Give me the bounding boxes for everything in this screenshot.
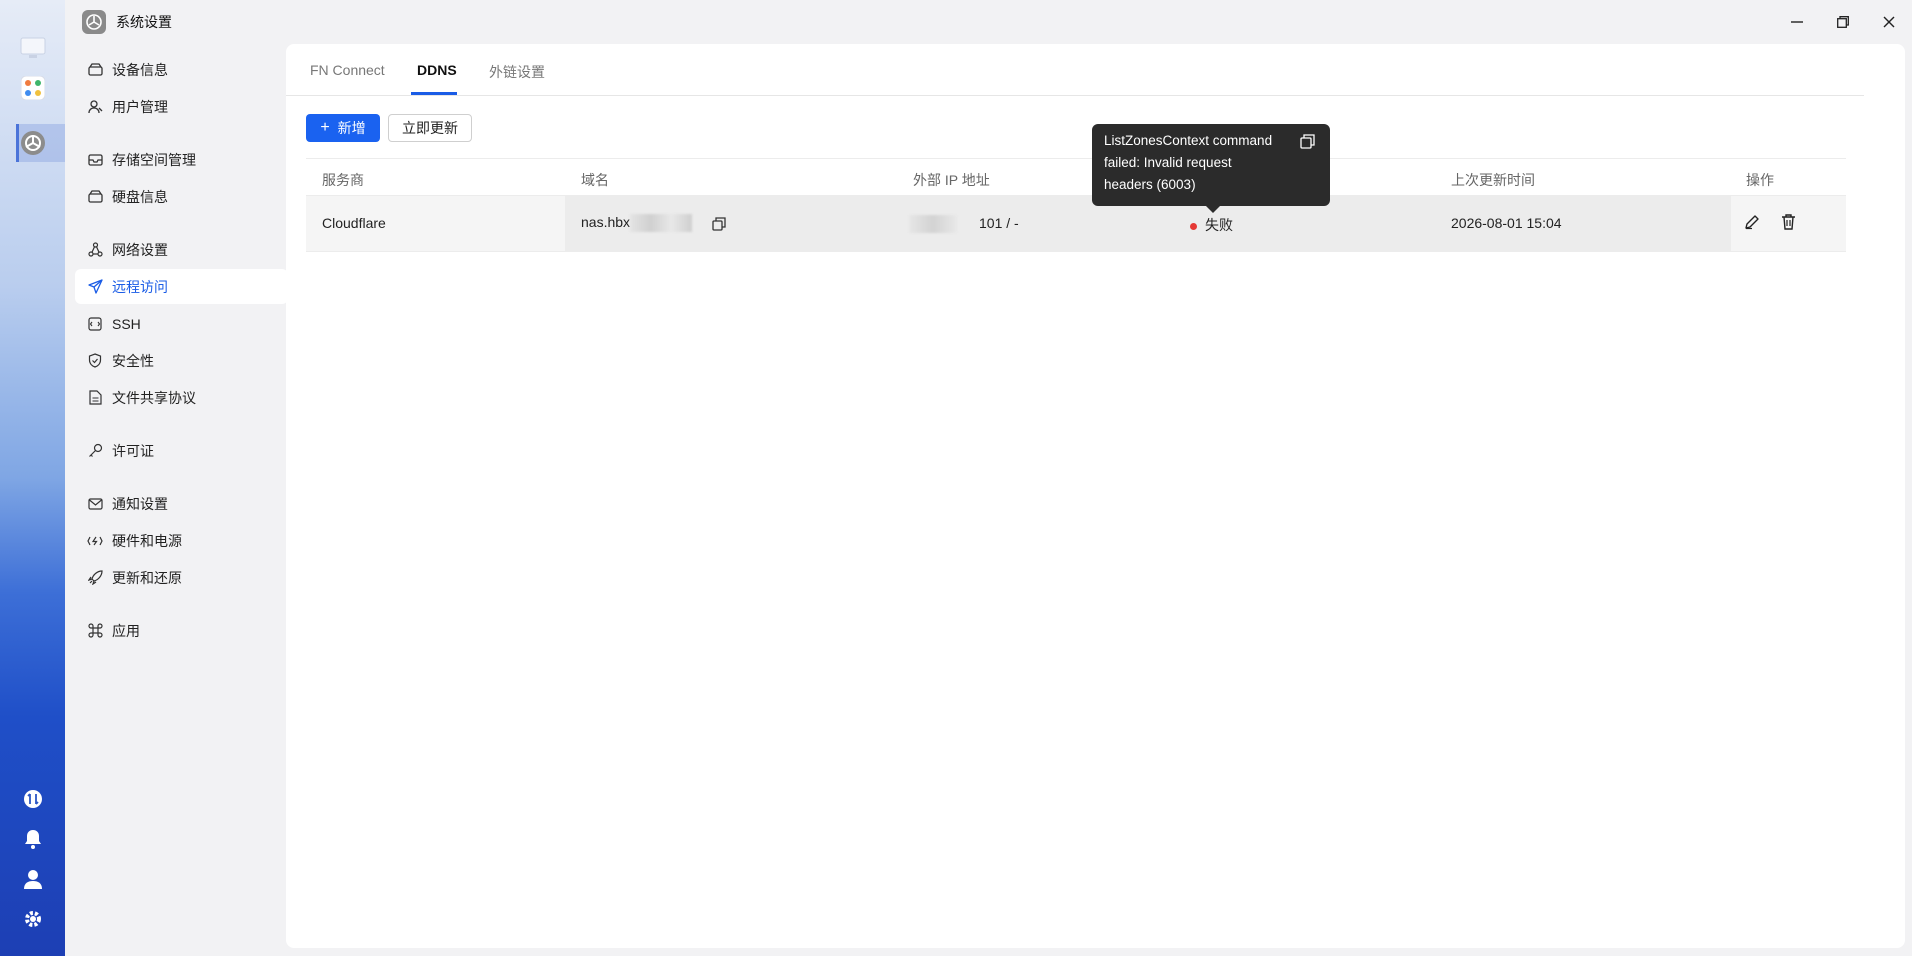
- minimize-button[interactable]: [1774, 0, 1820, 44]
- drive-icon: [87, 62, 103, 78]
- add-button-label: 新增: [337, 120, 366, 136]
- copy-icon[interactable]: [709, 214, 729, 234]
- main-panel: FN Connect DDNS 外链设置 + 新增 立即更新 服务商 域名 外部…: [286, 44, 1905, 948]
- window-controls: [1774, 0, 1912, 44]
- sidebar-item-hardware-power[interactable]: 硬件和电源: [75, 523, 288, 558]
- column-header-last-updated: 上次更新时间: [1451, 172, 1535, 188]
- sidebar-item-label: 安全性: [112, 352, 154, 369]
- sidebar-item-label: 硬盘信息: [112, 188, 168, 205]
- rocket-icon: [87, 570, 103, 586]
- ddns-table: 服务商 域名 外部 IP 地址 状态 上次更新时间 操作 Cloudflare …: [306, 158, 1846, 252]
- sidebar-item-user-management[interactable]: 用户管理: [75, 89, 288, 124]
- shield-icon: [87, 353, 103, 369]
- cell-ip: 101 / -: [979, 215, 1019, 231]
- user-icon[interactable]: [20, 866, 46, 892]
- cell-provider: Cloudflare: [322, 215, 386, 231]
- gear-icon[interactable]: [20, 906, 46, 932]
- mail-icon: [87, 496, 103, 512]
- send-icon: [87, 279, 103, 295]
- monitor-icon[interactable]: [20, 35, 46, 61]
- cell-domain: nas.hbx: [581, 214, 693, 233]
- title-bar: 系统设置: [65, 0, 1912, 44]
- sidebar-item-label: 网络设置: [112, 241, 168, 258]
- table-header: 服务商 域名 外部 IP 地址 状态 上次更新时间 操作: [306, 158, 1846, 196]
- sidebar-item-label: 许可证: [112, 442, 154, 459]
- column-header-provider: 服务商: [322, 172, 364, 188]
- disk-icon: [87, 189, 103, 205]
- settings-app-icon[interactable]: [20, 130, 46, 156]
- tab-fn-connect[interactable]: FN Connect: [310, 62, 385, 78]
- sidebar-item-label: 文件共享协议: [112, 389, 196, 406]
- command-icon: [87, 623, 103, 639]
- user-manage-icon: [87, 99, 103, 115]
- cell-last-updated: 2026-08-01 15:04: [1451, 215, 1562, 231]
- sidebar-item-label: 存储空间管理: [112, 151, 196, 168]
- sidebar-item-label: 通知设置: [112, 495, 168, 512]
- status-fail-dot: [1190, 222, 1197, 230]
- column-header-domain: 域名: [581, 172, 609, 188]
- tab-external-link[interactable]: 外链设置: [489, 62, 545, 82]
- app-dock: [0, 0, 65, 956]
- sidebar-item-network[interactable]: 网络设置: [75, 232, 288, 267]
- close-button[interactable]: [1866, 0, 1912, 44]
- storage-icon: [87, 152, 103, 168]
- tab-bar: FN Connect DDNS 外链设置: [286, 44, 1864, 96]
- network-icon: [87, 242, 103, 258]
- plus-icon: +: [320, 119, 330, 136]
- sidebar-item-ssh[interactable]: SSH: [75, 306, 288, 341]
- edit-icon[interactable]: [1742, 212, 1762, 232]
- column-header-actions: 操作: [1746, 172, 1774, 188]
- copy-icon[interactable]: [1300, 134, 1316, 150]
- update-now-button[interactable]: 立即更新: [388, 114, 472, 142]
- window-title: 系统设置: [116, 14, 172, 30]
- sidebar-item-storage[interactable]: 存储空间管理: [75, 142, 288, 177]
- redacted-domain: [630, 214, 693, 233]
- apps-grid-icon[interactable]: [20, 75, 46, 101]
- app-logo-icon: [82, 10, 106, 34]
- sidebar-item-apps[interactable]: 应用: [75, 613, 288, 648]
- add-button[interactable]: + 新增: [306, 114, 380, 142]
- document-icon: [87, 390, 103, 406]
- error-tooltip: ListZonesContext command failed: Invalid…: [1092, 124, 1330, 213]
- sidebar-item-label: 设备信息: [112, 61, 168, 78]
- column-header-ip: 外部 IP 地址: [913, 172, 990, 188]
- redacted-ip: [909, 215, 957, 233]
- sidebar-item-license[interactable]: 许可证: [75, 433, 288, 468]
- delete-icon[interactable]: [1778, 212, 1798, 232]
- key-icon: [87, 443, 103, 459]
- domain-text: nas.hbx: [581, 214, 631, 230]
- tooltip-line-3: headers (6003): [1104, 177, 1196, 192]
- table-row[interactable]: Cloudflare nas.hbx 101 / - 失败 2026-08-01…: [306, 196, 1846, 252]
- sidebar-item-label: 硬件和电源: [112, 532, 182, 549]
- tooltip-line-2: failed: Invalid request: [1104, 155, 1232, 170]
- status-text: 失败: [1205, 217, 1233, 233]
- cell-status[interactable]: 失败: [1190, 215, 1233, 235]
- sidebar-item-remote-access[interactable]: 远程访问: [75, 269, 288, 304]
- tab-active-indicator: [411, 92, 457, 95]
- sidebar-item-file-sharing[interactable]: 文件共享协议: [75, 380, 288, 415]
- sidebar-item-label: SSH: [112, 315, 141, 332]
- sidebar-item-disk-info[interactable]: 硬盘信息: [75, 179, 288, 214]
- terminal-icon: [87, 316, 103, 332]
- sidebar-item-device-info[interactable]: 设备信息: [75, 52, 288, 87]
- power-icon: [87, 533, 103, 549]
- sidebar-item-notifications[interactable]: 通知设置: [75, 486, 288, 521]
- sidebar-item-label: 应用: [112, 622, 140, 639]
- sidebar-item-label: 更新和还原: [112, 569, 182, 586]
- sidebar-item-security[interactable]: 安全性: [75, 343, 288, 378]
- tooltip-line-1: ListZonesContext command: [1104, 133, 1273, 148]
- bell-icon[interactable]: [20, 826, 46, 852]
- transfer-icon[interactable]: [20, 786, 46, 812]
- sidebar-item-update-restore[interactable]: 更新和还原: [75, 560, 288, 595]
- maximize-button[interactable]: [1820, 0, 1866, 44]
- sidebar-item-label: 用户管理: [112, 98, 168, 115]
- tab-ddns[interactable]: DDNS: [417, 62, 457, 78]
- sidebar-item-label: 远程访问: [112, 278, 168, 295]
